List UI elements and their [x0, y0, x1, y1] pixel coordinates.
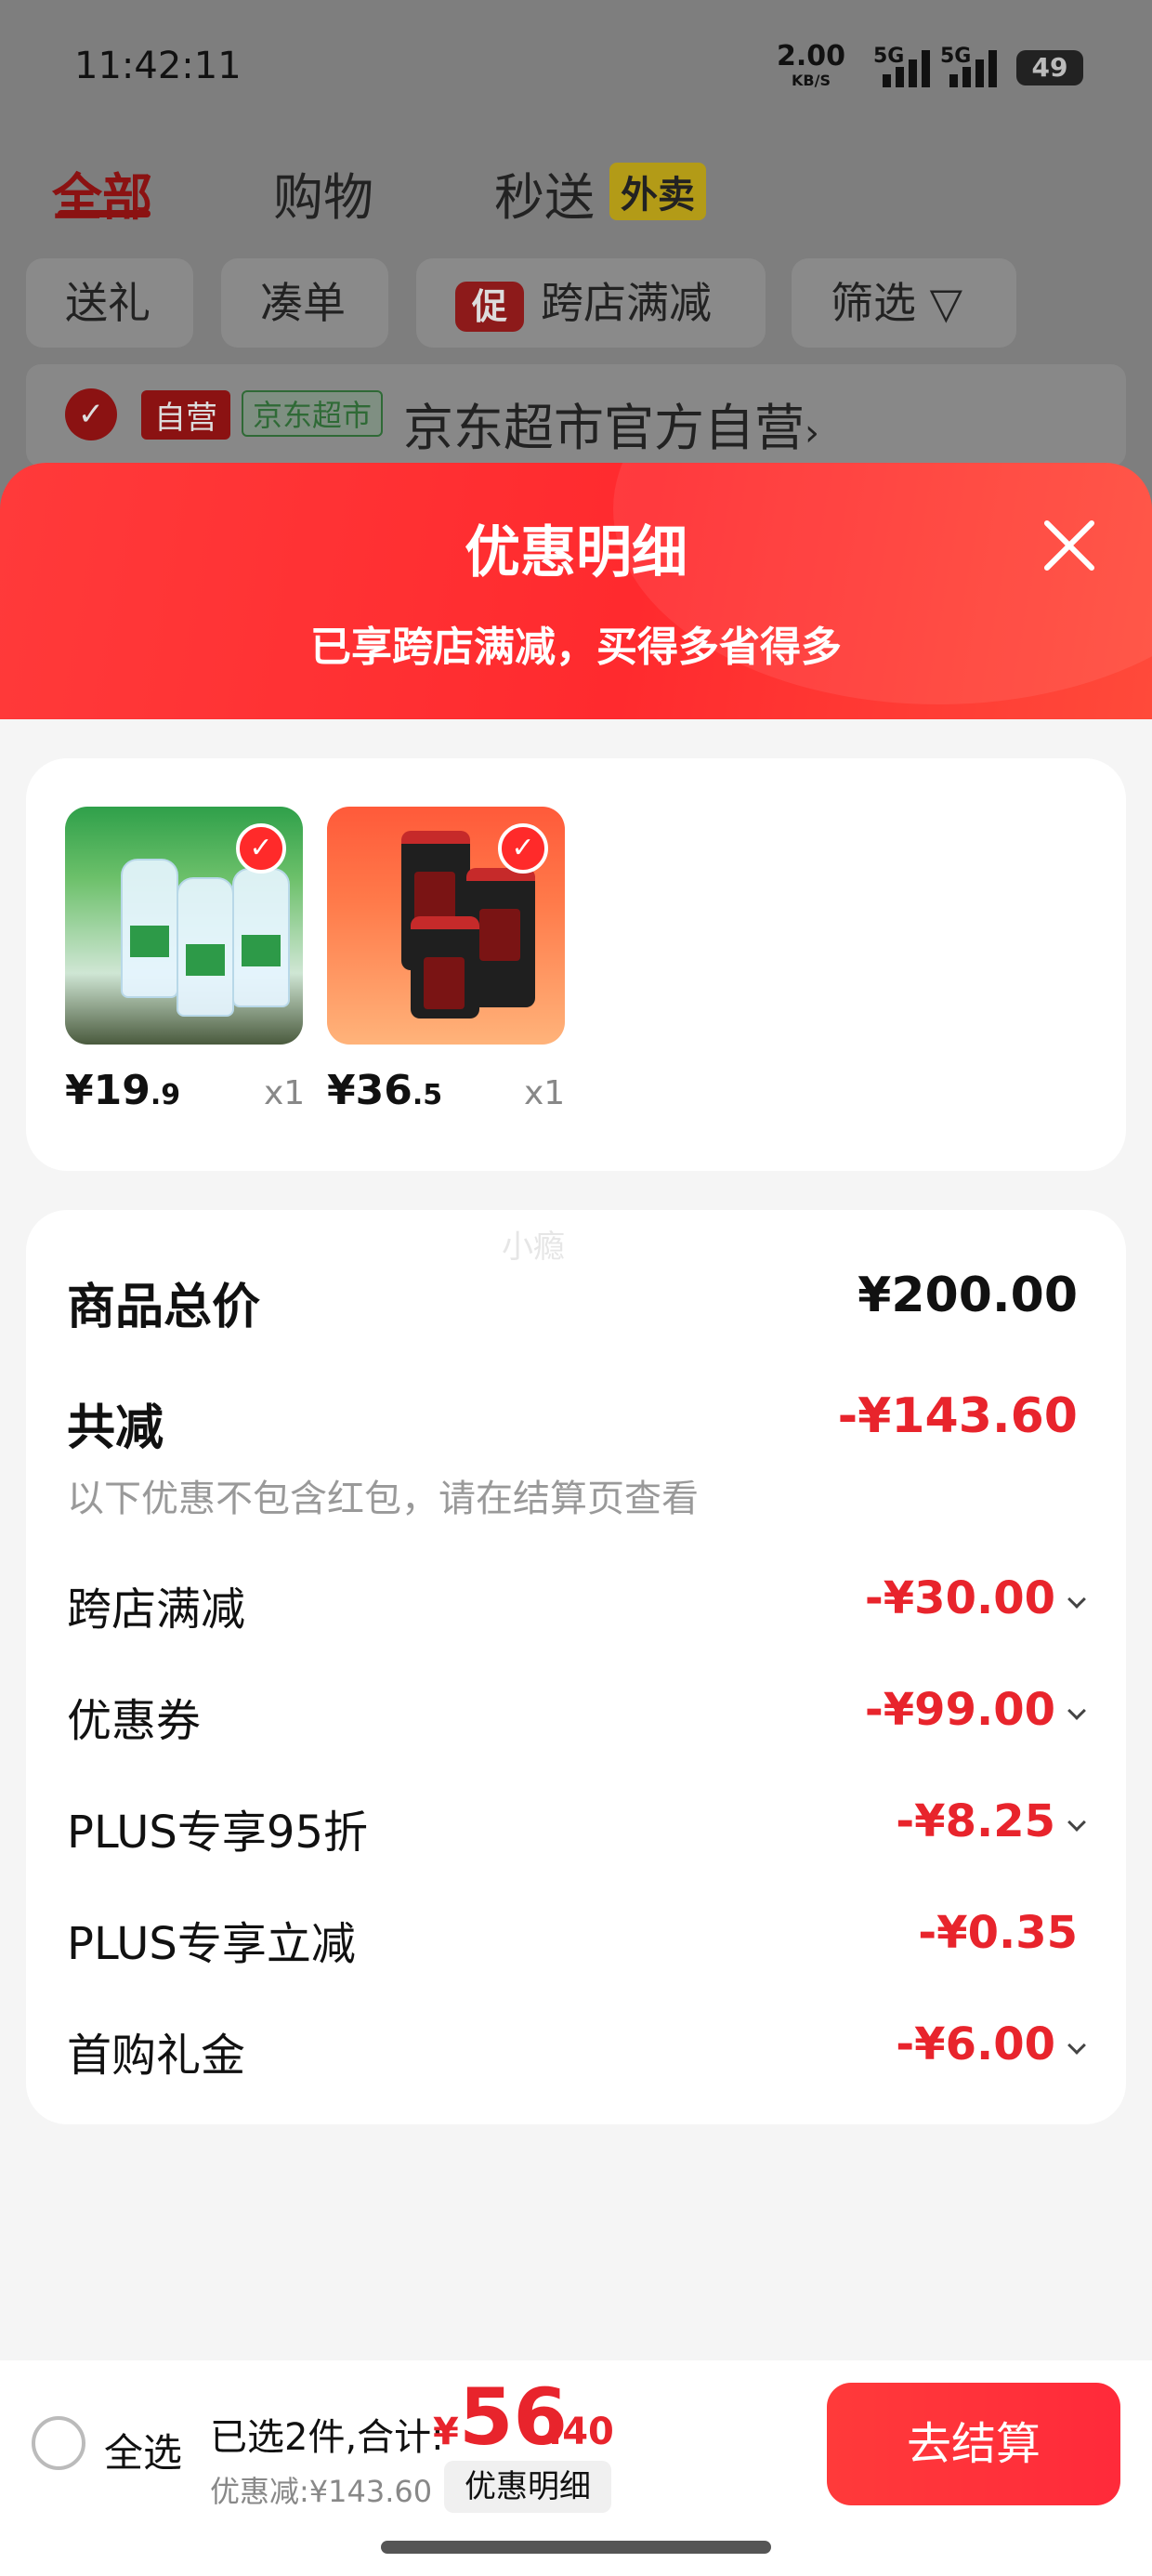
home-indicator[interactable] [381, 2541, 771, 2554]
discount-row-label: 首购礼金 [67, 2030, 246, 2082]
discount-row-label: PLUS专享95折 [67, 1807, 368, 1859]
promo-icon: 促 [455, 281, 524, 332]
battery-icon: 49 [1016, 50, 1083, 85]
selected-count-text: 已选2件,合计: [210, 2416, 444, 2459]
tab-shopping[interactable]: 购物 [273, 156, 373, 230]
sheet-header [0, 463, 1152, 719]
chevron-down-icon [1067, 1813, 1086, 1832]
takeout-badge: 外卖 [609, 163, 706, 220]
supermarket-badge: 京东超市 [242, 390, 384, 437]
chip-gift[interactable]: 送礼 [26, 258, 193, 348]
chip-label: 跨店满减 [541, 278, 712, 328]
status-time: 11:42:11 [74, 45, 242, 87]
discount-row-label: 优惠券 [67, 1695, 202, 1747]
reduce-note: 以下优惠不包含红包，请在结算页查看 [67, 1478, 699, 1520]
sheet-subtitle: 已享跨店满减，买得多省得多 [310, 624, 842, 671]
close-icon[interactable] [1041, 517, 1098, 574]
store-check-icon[interactable]: ✓ [65, 388, 117, 440]
product-price: ¥36.5 [327, 1067, 443, 1114]
total-currency: ¥ [433, 2411, 459, 2453]
discount-row-value[interactable]: -¥8.25 [896, 1795, 1086, 1847]
tab-indicator [58, 210, 151, 217]
total-amount-decimal: .40 [548, 2411, 614, 2453]
discount-row-value[interactable]: -¥6.00 [896, 2018, 1086, 2070]
breakdown-card [26, 1210, 1126, 2124]
product-check-icon[interactable]: ✓ [498, 823, 548, 874]
select-all-radio[interactable] [32, 2416, 85, 2470]
network-speed: 2.00 KB/S [777, 40, 846, 90]
select-all-label[interactable]: 全选 [104, 2422, 182, 2478]
discount-summary: 优惠减:¥143.60 [210, 2474, 433, 2509]
discount-row-value[interactable]: -¥30.00 [865, 1572, 1086, 1624]
signal-bars-icon [949, 48, 1005, 87]
product-price: ¥19.9 [65, 1067, 181, 1114]
discount-row-value: -¥0.35 [918, 1907, 1078, 1959]
discount-detail-button[interactable]: 优惠明细 [444, 2461, 611, 2513]
tab-instant[interactable]: 秒送 [494, 156, 595, 230]
product-image-water[interactable]: ✓ [65, 807, 303, 1045]
chevron-down-icon [1067, 1702, 1086, 1720]
self-run-badge: 自营 [141, 390, 230, 440]
total-price-value: ¥200.00 [857, 1268, 1078, 1323]
product-qty: x1 [524, 1074, 566, 1112]
sheet-title: 优惠明细 [465, 520, 687, 585]
product-check-icon[interactable]: ✓ [236, 823, 286, 874]
filter-icon: ▽ [916, 278, 962, 328]
total-reduce-label: 共减 [67, 1400, 164, 1456]
chip-cross-store-discount[interactable]: 促跨店满减 [416, 258, 766, 348]
chip-add-on[interactable]: 凑单 [221, 258, 388, 348]
discount-row-label: PLUS专享立减 [67, 1918, 356, 1970]
chevron-down-icon [1067, 2036, 1086, 2055]
store-name[interactable]: 京东超市官方自营› [403, 387, 819, 460]
product-qty: x1 [264, 1074, 306, 1112]
product-image-cans[interactable]: ✓ [327, 807, 565, 1045]
discount-row-label: 跨店满减 [67, 1584, 246, 1636]
checkout-button[interactable]: 去结算 [827, 2383, 1120, 2505]
signal-bars-icon [883, 48, 938, 87]
total-price-label: 商品总价 [67, 1280, 261, 1335]
total-reduce-value: -¥143.60 [837, 1388, 1078, 1444]
chip-filter[interactable]: 筛选 ▽ [792, 258, 1016, 348]
discount-row-value[interactable]: -¥99.00 [865, 1684, 1086, 1736]
tab-all[interactable]: 全部 [52, 156, 152, 230]
watermark: 小瘾 [502, 1229, 565, 1266]
chevron-down-icon [1067, 1590, 1086, 1609]
chip-label: 筛选 [831, 278, 916, 328]
